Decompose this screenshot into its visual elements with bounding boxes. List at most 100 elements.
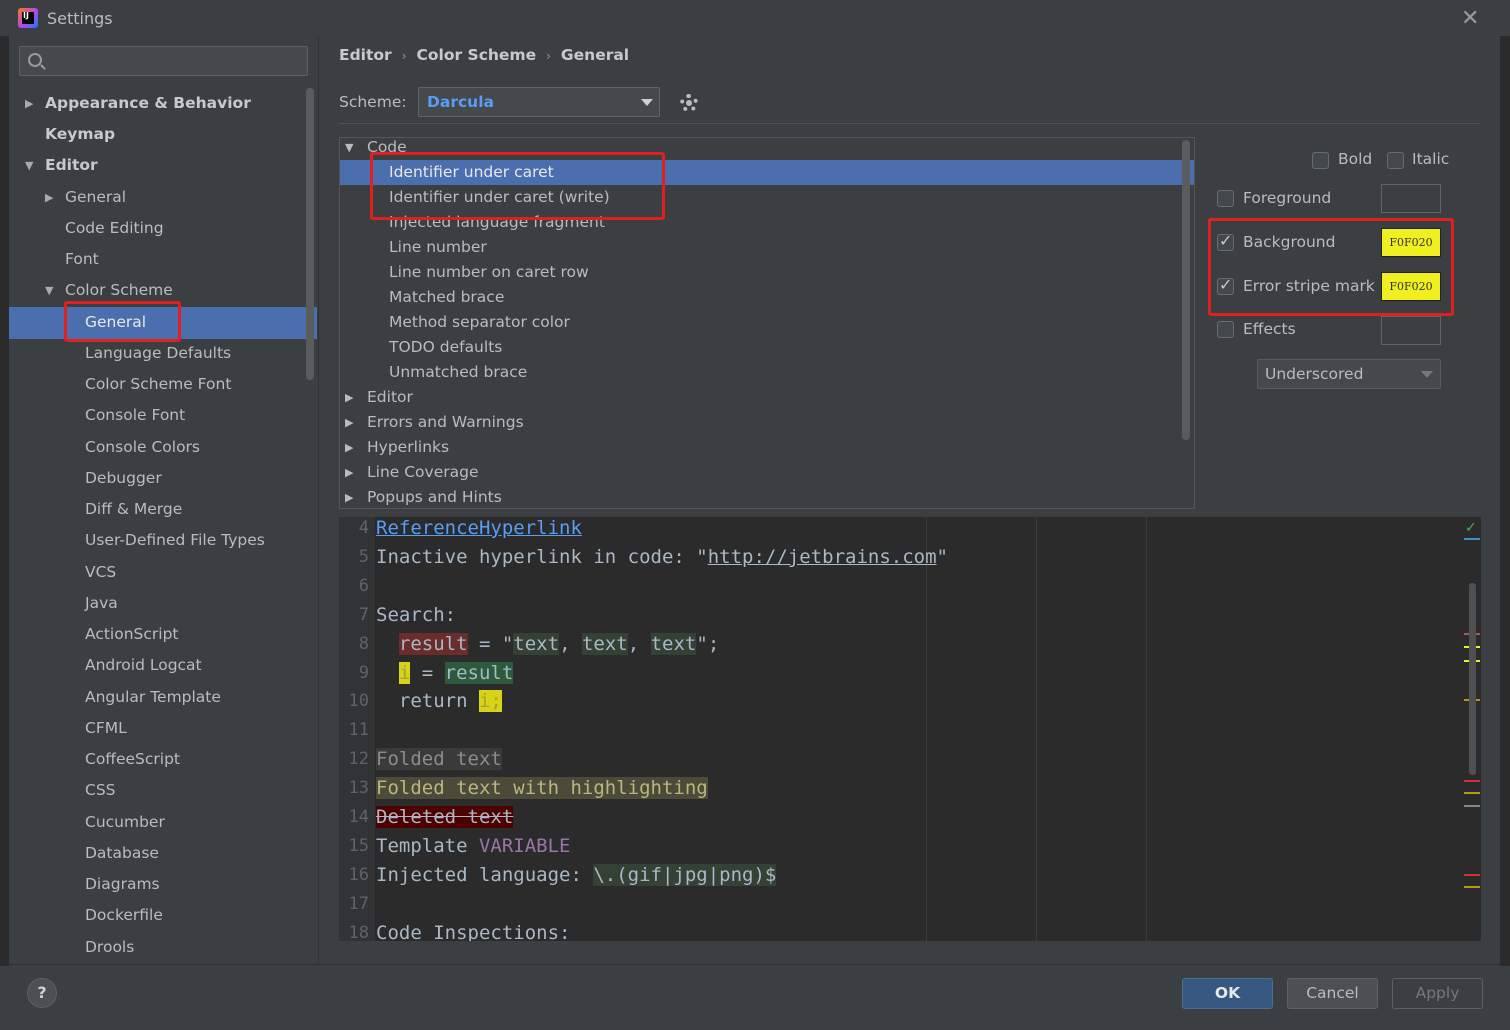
error-stripe-color-swatch[interactable]: F0F020 [1381,272,1441,301]
tree-item-label: Console Colors [85,438,201,456]
tree-item[interactable]: Database [85,838,159,869]
cancel-button[interactable]: Cancel [1287,978,1378,1009]
collapse-arrow-icon[interactable]: ▼ [25,150,33,181]
background-window-edge-right [1500,36,1510,966]
attribute-row[interactable]: ▶ Popups and Hints [340,485,1194,508]
apply-button[interactable]: Apply [1392,978,1483,1009]
attribute-row[interactable]: ▶ Line Coverage [340,460,1194,485]
effects-type-dropdown[interactable]: Underscored [1257,359,1441,389]
attribute-row[interactable]: ▶ Hyperlinks [340,435,1194,460]
foreground-checkbox[interactable] [1217,190,1234,207]
foreground-label: Foreground [1243,189,1332,207]
tree-item[interactable]: Angular Template [85,682,221,713]
effects-color-swatch[interactable] [1381,316,1441,345]
code-token: , [627,632,651,655]
attribute-label: Popups and Hints [367,488,502,506]
tree-item[interactable]: Color Scheme Font [85,369,231,400]
tree-item[interactable]: Language Defaults [85,338,231,369]
expand-arrow-icon[interactable]: ▶ [345,435,353,460]
tree-item[interactable]: CSS [85,775,116,806]
editor-scrollbar[interactable] [1469,583,1476,775]
attribute-label: TODO defaults [389,338,503,356]
search-input[interactable] [19,46,308,76]
attribute-list-scrollbar[interactable] [1182,140,1190,440]
attribute-row[interactable]: Injected language fragment [340,210,1194,235]
expand-arrow-icon[interactable]: ▶ [45,182,53,213]
ok-button[interactable]: OK [1182,978,1273,1009]
tree-item-label: Dockerfile [85,906,163,924]
settings-tree-panel: ▶ Appearance & Behavior Keymap ▼ Editor ▶ Gene… [9,36,319,964]
effects-checkbox[interactable] [1217,321,1234,338]
tree-item[interactable]: VCS [85,557,116,588]
tree-item-label: CoffeeScript [85,750,181,768]
attribute-row[interactable]: Identifier under caret (write) [340,185,1194,210]
background-color-swatch[interactable]: F0F020 [1381,228,1441,257]
tree-item[interactable]: CoffeeScript [85,744,180,775]
expand-arrow-icon[interactable]: ▶ [345,460,353,485]
expand-arrow-icon[interactable]: ▶ [345,385,353,410]
tree-item[interactable]: Console Colors [85,432,200,463]
tree-item[interactable]: Cucumber [85,807,165,838]
tree-item[interactable]: Font [65,244,99,275]
tree-item[interactable]: ▶ Appearance & Behavior [25,88,251,119]
expand-arrow-icon[interactable]: ▶ [345,485,353,508]
code-text: Folded text with highlighting [376,774,708,803]
foreground-color-swatch[interactable] [1381,184,1441,213]
tree-item-label: CFML [85,719,127,737]
tree-item[interactable]: ▶ General [45,182,126,213]
code-line: 18 Code Inspections: [339,919,1439,941]
collapse-arrow-icon[interactable]: ▼ [45,275,53,306]
line-number: 12 [348,749,369,770]
bold-checkbox[interactable] [1312,152,1329,169]
tree-item[interactable]: Diagrams [85,869,160,900]
attribute-row[interactable]: Identifier under caret [340,160,1194,185]
code-token: = [410,661,445,684]
italic-checkbox[interactable] [1387,152,1404,169]
tree-item[interactable]: Android Logcat [85,650,202,681]
tree-item[interactable]: ActionScript [85,619,179,650]
tree-scrollbar[interactable] [306,88,314,380]
attribute-row[interactable]: TODO defaults [340,335,1194,360]
attribute-row[interactable]: ▼ Code [340,138,1194,160]
expand-arrow-icon[interactable]: ▶ [345,410,353,435]
tree-item[interactable]: Debugger [85,463,162,494]
attribute-row[interactable]: Line number [340,235,1194,260]
attribute-row[interactable]: ▶ Errors and Warnings [340,410,1194,435]
breadcrumb-editor[interactable]: Editor [339,46,392,64]
expand-arrow-icon[interactable]: ▶ [25,88,33,119]
tree-item[interactable]: Java [85,588,118,619]
code-text: return i; [376,687,502,716]
error-stripe-checkbox[interactable] [1217,275,1234,295]
tree-item-label: User-Defined File Types [85,531,265,549]
tree-item[interactable]: Console Font [85,400,185,431]
background-checkbox[interactable] [1217,231,1234,251]
tree-item-label: Database [85,844,159,862]
tree-item[interactable]: ▼ Editor [25,150,98,181]
code-token: Folded text with highlighting [376,777,708,800]
scheme-dropdown[interactable]: Darcula [418,87,660,117]
tree-item[interactable]: General [85,307,146,338]
help-button[interactable]: ? [27,978,57,1008]
attribute-row[interactable]: Method separator color [340,310,1194,335]
preview-editor[interactable]: 4 ReferenceHyperlink 5 Inactive hyperlink i… [339,517,1481,941]
tree-item[interactable]: Keymap [45,119,115,150]
attribute-row[interactable]: ▶ Editor [340,385,1194,410]
code-line: 10 return i; [339,687,1439,716]
tree-item[interactable]: CFML [85,713,127,744]
tree-item[interactable]: Diff & Merge [85,494,182,525]
tree-item[interactable]: Dockerfile [85,900,163,931]
attribute-row[interactable]: Unmatched brace [340,360,1194,385]
tree-item[interactable]: ▼ Color Scheme [45,275,173,306]
collapse-arrow-icon[interactable]: ▼ [345,138,353,160]
code-line: 16 Injected language: \.(gif|jpg|png)$ [339,861,1439,890]
tree-item[interactable]: Drools [85,932,134,963]
code-token: Injected language: [376,863,594,886]
breadcrumb-color-scheme[interactable]: Color Scheme [417,46,537,64]
close-icon[interactable]: ✕ [1461,6,1479,31]
gear-icon[interactable] [680,94,698,112]
code-token: result [398,632,468,655]
attribute-row[interactable]: Line number on caret row [340,260,1194,285]
attribute-row[interactable]: Matched brace [340,285,1194,310]
tree-item[interactable]: User-Defined File Types [85,525,265,556]
tree-item[interactable]: Code Editing [65,213,164,244]
